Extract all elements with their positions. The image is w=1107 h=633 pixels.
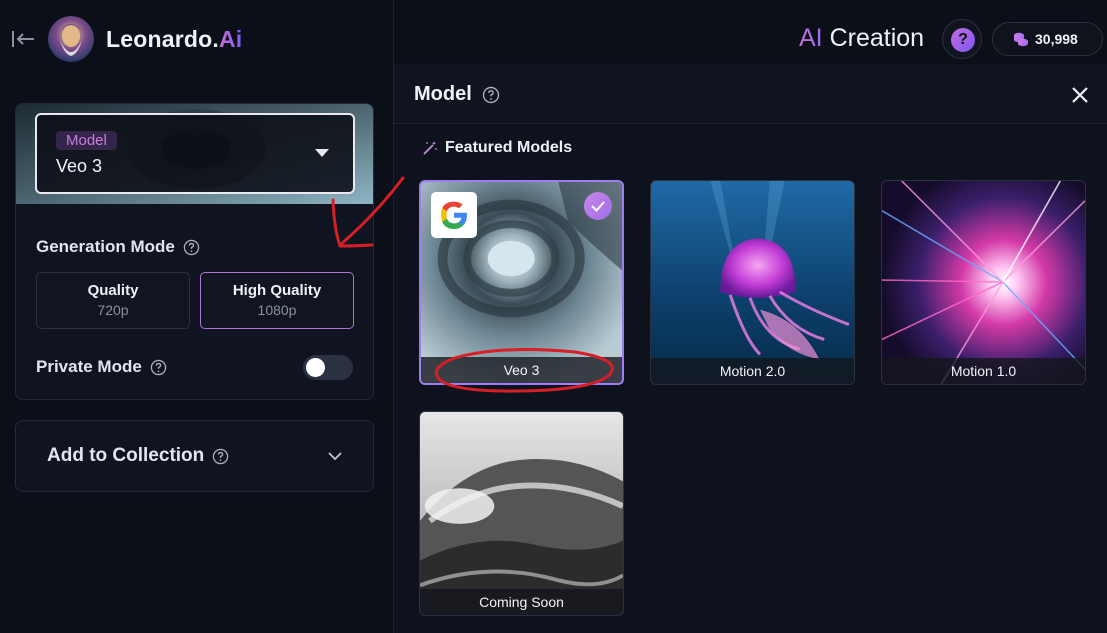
add-to-collection-accordion[interactable]: Add to Collection xyxy=(15,420,374,492)
motion-2-thumbnail xyxy=(651,181,854,384)
help-circle-icon[interactable] xyxy=(150,359,167,376)
model-card-motion-2-0[interactable]: Motion 2.0 xyxy=(650,180,855,385)
chevron-down-icon xyxy=(328,452,342,461)
private-mode-label: Private Mode xyxy=(36,357,142,376)
help-circle-icon[interactable] xyxy=(183,239,200,256)
brand-name-ai: Ai xyxy=(218,25,243,52)
token-balance-button[interactable]: 30,998 xyxy=(992,22,1103,56)
panel-header: Model xyxy=(394,64,1107,124)
model-card-label: Motion 2.0 xyxy=(651,358,854,384)
selected-model-value: Veo 3 xyxy=(56,156,103,176)
help-circle-icon[interactable] xyxy=(482,86,500,104)
collapse-sidebar-icon[interactable] xyxy=(10,29,36,49)
brand-name: Leonardo.Ai xyxy=(106,26,242,53)
question-icon: ? xyxy=(951,28,975,52)
model-card-label: Motion 1.0 xyxy=(882,358,1085,384)
model-selection-panel: Model Featured Models Veo 3 Motion 2.0 M… xyxy=(394,64,1107,633)
coins-icon xyxy=(1014,32,1028,47)
model-card-motion-1-0[interactable]: Motion 1.0 xyxy=(881,180,1086,385)
page-title: AI Creation xyxy=(799,24,924,53)
help-circle-icon[interactable] xyxy=(212,448,229,465)
high-quality-option-title: High Quality xyxy=(232,282,322,299)
model-card-coming-soon[interactable]: Coming Soon xyxy=(419,411,624,616)
help-button[interactable]: ? xyxy=(942,19,982,59)
generation-mode-label: Generation Mode xyxy=(36,237,175,256)
model-dropdown[interactable]: Model Veo 3 xyxy=(35,113,355,194)
close-icon[interactable] xyxy=(1071,86,1089,104)
model-card-label: Coming Soon xyxy=(420,589,623,615)
magic-wand-icon xyxy=(423,141,437,155)
quality-option-resolution: 720p xyxy=(97,302,129,318)
coming-soon-thumbnail xyxy=(420,412,623,615)
featured-models-title: Featured Models xyxy=(445,139,573,156)
sidebar: Leonardo.Ai Model Veo 3 Generation Mode xyxy=(0,0,394,633)
page-title-rest: Creation xyxy=(822,24,925,52)
panel-title: Model xyxy=(414,83,472,105)
panel-title-row: Model xyxy=(414,83,500,106)
brand-name-main: Leonardo. xyxy=(106,25,219,52)
leonardo-logo xyxy=(48,16,94,62)
high-quality-option-button[interactable]: High Quality 1080p xyxy=(200,272,354,329)
toggle-knob xyxy=(306,358,325,377)
add-to-collection-label: Add to Collection xyxy=(47,445,205,466)
add-to-collection-label-row: Add to Collection xyxy=(47,445,229,467)
model-card-veo-3[interactable]: Veo 3 xyxy=(419,180,624,385)
brand-header: Leonardo.Ai xyxy=(10,14,242,64)
google-icon xyxy=(431,192,477,238)
quality-option-button[interactable]: Quality 720p xyxy=(36,272,190,329)
generation-settings-card: Model Veo 3 Generation Mode Quality 720p… xyxy=(15,103,374,400)
caret-down-icon xyxy=(315,149,329,157)
model-card-label: Veo 3 xyxy=(421,357,622,383)
token-count: 30,998 xyxy=(1035,31,1078,47)
page-title-ai: AI xyxy=(799,24,823,52)
selected-check-icon xyxy=(584,192,612,220)
generation-mode-label-row: Generation Mode xyxy=(36,237,200,257)
featured-models-heading: Featured Models xyxy=(422,139,572,157)
high-quality-option-resolution: 1080p xyxy=(257,302,297,318)
private-mode-label-row: Private Mode xyxy=(36,357,167,377)
model-chip: Model xyxy=(56,131,117,150)
quality-option-title: Quality xyxy=(87,282,139,299)
motion-1-thumbnail xyxy=(882,181,1085,384)
private-mode-toggle[interactable] xyxy=(303,355,353,380)
